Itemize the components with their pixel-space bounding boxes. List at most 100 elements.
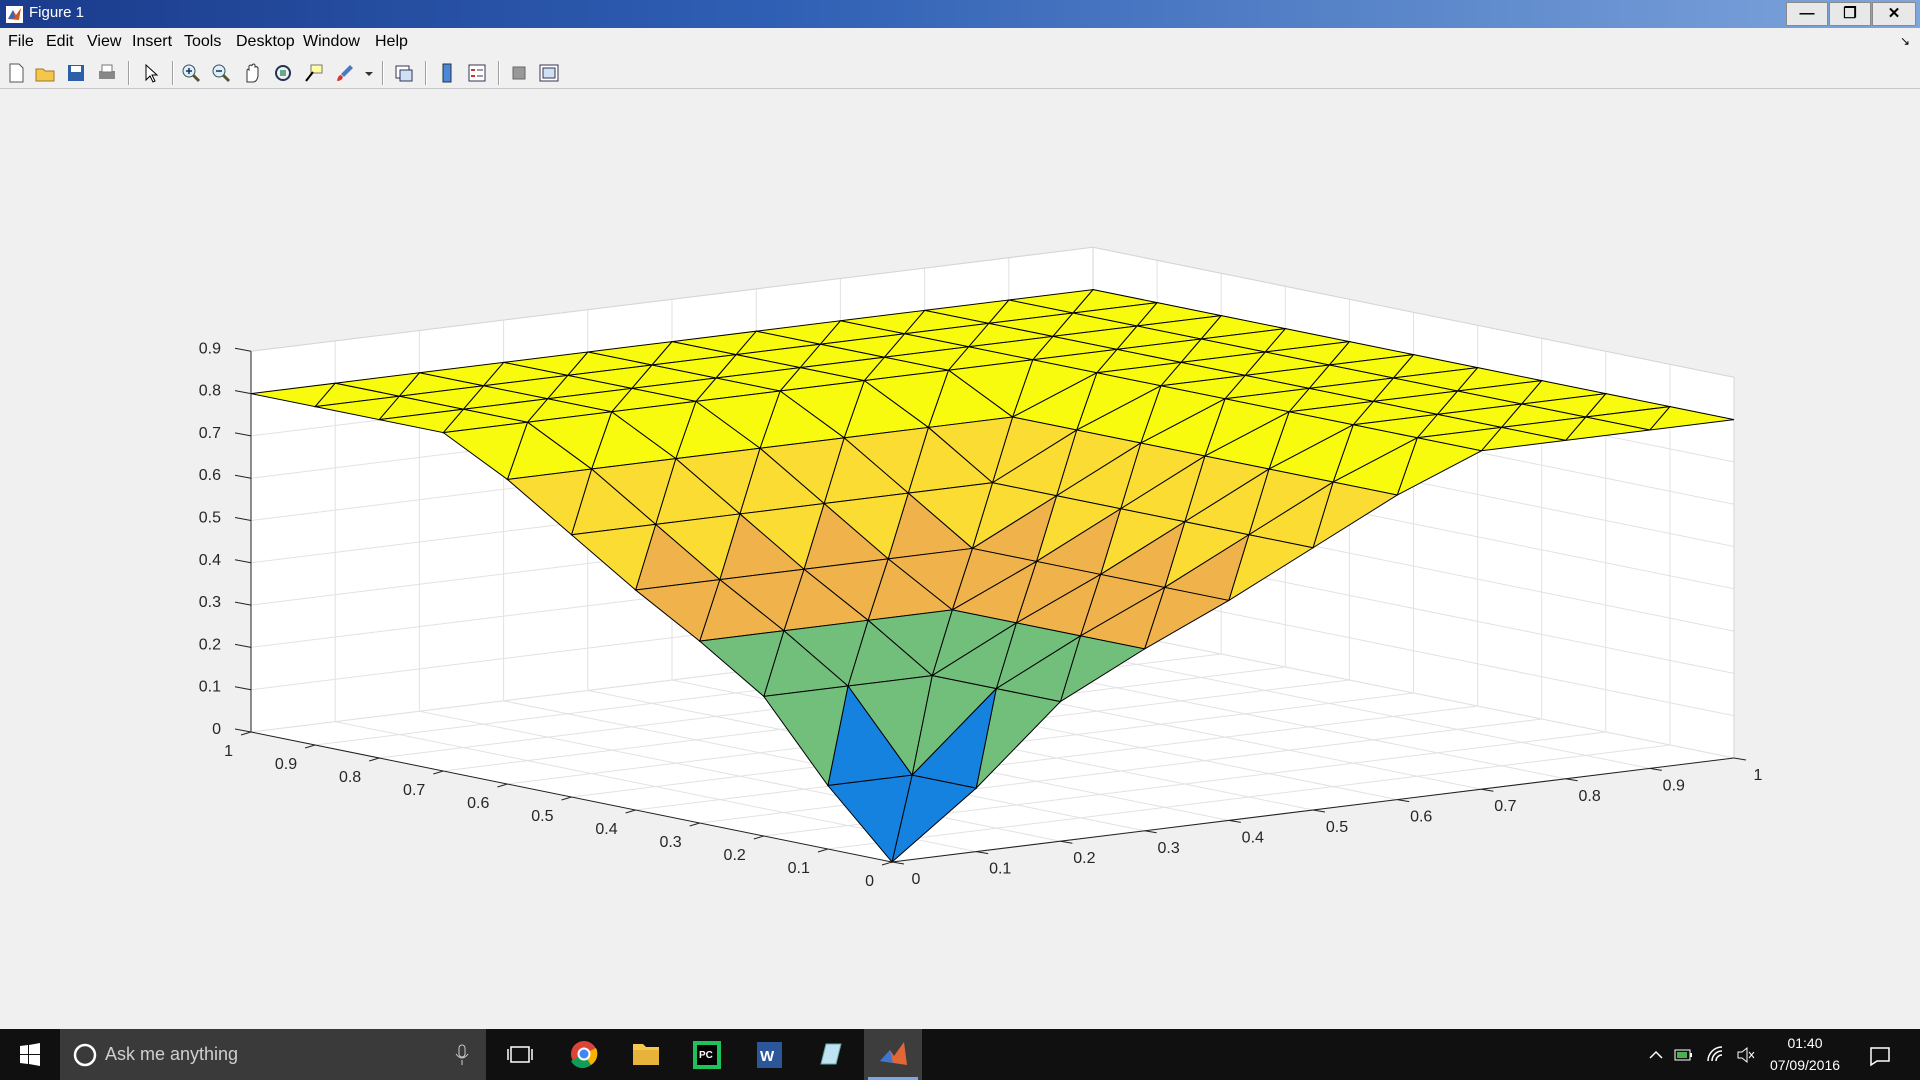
cortana-icon [73, 1043, 97, 1067]
z-tick-mark [234, 390, 252, 395]
windows-start-icon[interactable] [0, 1029, 60, 1080]
z-tick-mark [234, 643, 252, 648]
hide-plot-tools-icon[interactable] [508, 62, 530, 84]
zoom-in-icon[interactable] [180, 62, 202, 84]
file-explorer-icon[interactable] [617, 1029, 675, 1080]
surface-plot[interactable]: 0 0.1 0.2 0.3 0.4 0.5 0.6 0.7 0.8 0.9 0 0.1 0.2 0.3 0.… [0, 89, 1920, 1029]
pycharm-icon[interactable]: PC [678, 1029, 736, 1080]
brush-dropdown-icon[interactable] [364, 62, 374, 84]
y-tick-label: 0.9 [275, 756, 297, 773]
legend-icon[interactable] [466, 62, 488, 84]
svg-text:W: W [760, 1048, 775, 1065]
clock-time[interactable]: 01:40 [1764, 1035, 1846, 1051]
minimize-button[interactable]: — [1786, 2, 1828, 26]
x-tick-mark [976, 851, 989, 855]
figure-canvas[interactable]: 0 0.1 0.2 0.3 0.4 0.5 0.6 0.7 0.8 0.9 0 0.1 0.2 0.3 0.… [0, 89, 1920, 1029]
action-center-icon[interactable] [1868, 1044, 1892, 1068]
x-tick-label: 0.4 [1242, 829, 1264, 846]
y-tick-label: 0.1 [788, 860, 810, 877]
zoom-out-icon[interactable] [210, 62, 232, 84]
save-icon[interactable] [65, 62, 87, 84]
brush-icon[interactable] [334, 62, 356, 84]
close-button[interactable]: ✕ [1872, 2, 1916, 26]
x-tick-mark [1733, 757, 1747, 761]
chrome-icon[interactable] [555, 1029, 613, 1080]
data-cursor-icon[interactable] [303, 62, 325, 84]
menu-insert[interactable]: Insert [132, 33, 172, 51]
pan-icon[interactable] [241, 62, 263, 84]
matlab-figure-icon [6, 6, 23, 23]
y-tick-mark [881, 861, 893, 866]
z-tick-mark [234, 517, 252, 521]
y-tick-label: 1 [224, 743, 233, 760]
y-tick-mark [561, 796, 572, 801]
x-tick-label: 1 [1754, 767, 1763, 784]
edit-plot-icon[interactable] [140, 62, 162, 84]
dock-arrow-icon[interactable]: ↘ [1900, 34, 1910, 48]
show-plot-tools-icon[interactable] [538, 62, 560, 84]
z-tick-label: 0.3 [199, 594, 221, 611]
menu-view[interactable]: View [87, 33, 121, 51]
search-placeholder: Ask me anything [105, 1044, 239, 1064]
y-tick-mark [497, 783, 508, 788]
matlab-taskbar-item[interactable] [864, 1029, 922, 1080]
menu-window[interactable]: Window [303, 33, 360, 51]
menu-edit[interactable]: Edit [46, 33, 74, 51]
y-tick-mark [304, 744, 316, 749]
z-tick-mark [234, 347, 252, 352]
x-tick-label: 0.7 [1494, 798, 1516, 815]
matlab-icon [880, 1042, 907, 1065]
menu-help[interactable]: Help [375, 33, 408, 51]
print-icon[interactable] [96, 62, 118, 84]
restore-button[interactable]: ❐ [1829, 2, 1871, 26]
y-tick-mark [689, 822, 700, 827]
taskbar: Ask me anything PC W 01:40 07/09/2016 [0, 1029, 1920, 1080]
clock-date[interactable]: 07/09/2016 [1764, 1057, 1846, 1073]
x-tick-label: 0.9 [1663, 777, 1685, 794]
y-tick-label: 0.7 [403, 782, 425, 799]
x-tick-mark [1565, 778, 1578, 782]
z-tick-label: 0.1 [199, 679, 221, 696]
microphone-icon[interactable] [454, 1044, 470, 1066]
x-tick-mark [1312, 809, 1326, 813]
y-tick-mark [753, 835, 764, 840]
show-hidden-icons-icon[interactable] [1645, 1044, 1667, 1066]
y-tick-mark [433, 770, 444, 775]
x-tick-mark [1397, 799, 1410, 803]
y-tick-label: 0.2 [724, 847, 746, 864]
wifi-icon[interactable] [1705, 1044, 1727, 1066]
x-tick-label: 0.2 [1073, 850, 1095, 867]
x-tick-label: 0.3 [1157, 840, 1179, 857]
window-title: Figure 1 [29, 4, 85, 21]
word-icon[interactable]: W [740, 1029, 798, 1080]
z-tick-label: 0.4 [199, 552, 221, 569]
svg-text:PC: PC [699, 1050, 713, 1061]
colorbar-icon[interactable] [436, 62, 458, 84]
rotate-3d-icon[interactable] [272, 62, 294, 84]
volume-muted-icon[interactable] [1735, 1044, 1757, 1066]
z-tick-label: 0.5 [199, 510, 221, 527]
x-tick-label: 0.1 [989, 861, 1011, 878]
menu-file[interactable]: File [8, 33, 34, 51]
x-tick-label: 0.8 [1578, 788, 1600, 805]
y-tick-label: 0.6 [467, 795, 489, 812]
battery-icon[interactable] [1673, 1044, 1695, 1066]
y-tick-mark [240, 731, 252, 736]
x-tick-label: 0 [912, 871, 921, 888]
z-tick-mark [234, 432, 252, 437]
z-tick-mark [234, 601, 252, 606]
menu-tools[interactable]: Tools [184, 33, 221, 51]
task-view-icon[interactable] [491, 1029, 549, 1080]
search-box[interactable]: Ask me anything [60, 1029, 486, 1080]
z-tick-label: 0.6 [199, 467, 221, 484]
new-figure-icon[interactable] [5, 62, 27, 84]
menu-desktop[interactable]: Desktop [236, 33, 295, 51]
link-plot-icon[interactable] [393, 62, 415, 84]
open-file-icon[interactable] [34, 62, 56, 84]
y-tick-label: 0.8 [339, 769, 361, 786]
z-tick-mark [234, 474, 252, 479]
y-tick-label: 0.4 [595, 821, 617, 838]
z-tick-mark [234, 559, 252, 564]
notepad-icon[interactable] [802, 1029, 860, 1080]
x-tick-label: 0.5 [1326, 819, 1348, 836]
